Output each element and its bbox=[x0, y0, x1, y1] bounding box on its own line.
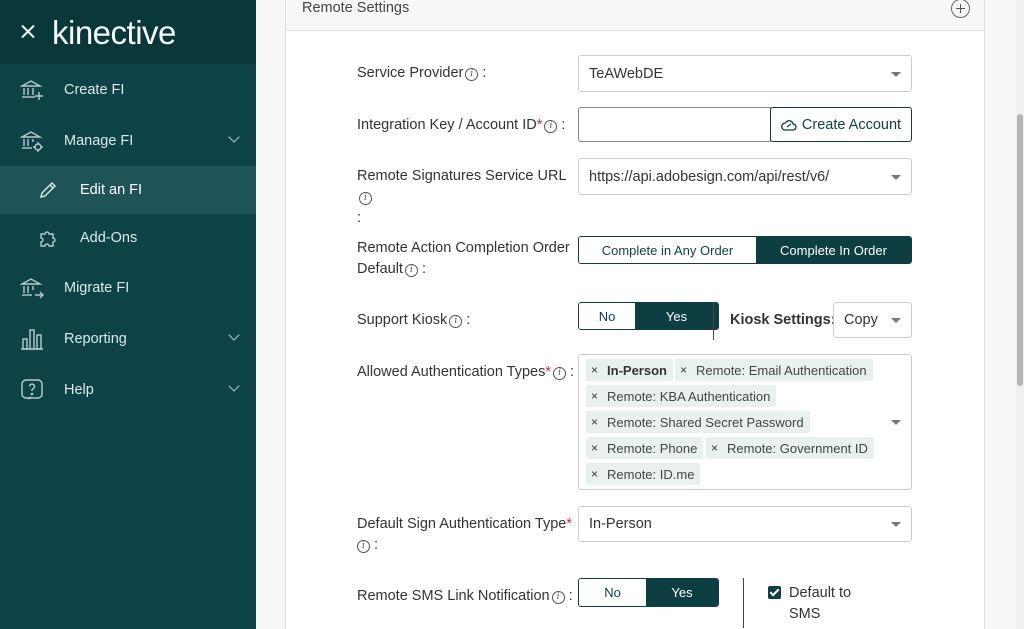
complete-in-order-option[interactable]: Complete In Order bbox=[756, 237, 911, 263]
help-icon bbox=[20, 378, 44, 402]
scrollbar-thumb[interactable] bbox=[1017, 114, 1023, 386]
completion-order-label: Remote Action Completion Order Default i : bbox=[357, 240, 570, 277]
main-content: Remote Settings Service Provider i : TeAW… bbox=[256, 0, 1024, 629]
caret-down-icon bbox=[891, 420, 901, 425]
service-url-label: Remote Signatures Service URLi: bbox=[357, 168, 567, 226]
bank-add-icon bbox=[20, 78, 44, 102]
close-icon[interactable] bbox=[18, 22, 38, 42]
logo: kinective bbox=[52, 13, 176, 51]
sms-link-toggle: No Yes bbox=[578, 578, 719, 607]
puzzle-icon bbox=[38, 228, 58, 248]
sidebar-item-label: Reporting bbox=[64, 330, 127, 347]
default-sms-label: Default to SMS bbox=[789, 585, 852, 622]
auth-types-multiselect[interactable]: × In-Person × Remote: Email Authentication… bbox=[578, 354, 912, 490]
pencil-icon bbox=[38, 180, 58, 200]
complete-any-order-option[interactable]: Complete in Any Order bbox=[579, 237, 756, 263]
remove-icon[interactable]: × bbox=[591, 467, 598, 481]
auth-tag: × Remote: ID.me bbox=[586, 463, 701, 485]
info-icon[interactable]: i bbox=[449, 315, 463, 328]
sidebar-item-label: Edit an FI bbox=[80, 182, 143, 198]
remove-icon[interactable]: × bbox=[711, 441, 718, 455]
remove-icon[interactable]: × bbox=[591, 363, 598, 377]
auth-types-label: Allowed Authentication Types* i : bbox=[357, 364, 575, 380]
scrollbar[interactable] bbox=[1016, 0, 1024, 629]
chevron-down-icon bbox=[228, 380, 240, 392]
remove-icon[interactable]: × bbox=[680, 363, 687, 377]
sidebar-item-add-ons[interactable]: Add-Ons bbox=[0, 214, 256, 262]
info-icon[interactable]: i bbox=[465, 68, 479, 81]
info-icon[interactable]: i bbox=[357, 540, 370, 553]
auth-tag: × Remote: KBA Authentication bbox=[586, 385, 777, 407]
chevron-down-icon bbox=[228, 329, 240, 341]
kiosk-no-option[interactable]: No bbox=[579, 303, 635, 329]
integration-key-input[interactable] bbox=[578, 107, 771, 142]
sidebar-item-manage-fi[interactable]: Manage FI bbox=[0, 115, 256, 166]
expand-plus-icon[interactable] bbox=[951, 0, 970, 18]
auth-tag: × Remote: Government ID bbox=[706, 437, 874, 459]
completion-order-toggle: Complete in Any Order Complete In Order bbox=[578, 236, 912, 264]
remote-settings-panel: Remote Settings Service Provider i : TeAW… bbox=[285, 0, 985, 629]
auth-tag: × Remote: Phone bbox=[586, 437, 704, 459]
caret-down-icon bbox=[891, 522, 901, 527]
sms-yes-option[interactable]: Yes bbox=[646, 579, 718, 606]
sidebar-item-edit-fi[interactable]: Edit an FI bbox=[0, 166, 256, 214]
sidebar-item-migrate-fi[interactable]: Migrate FI bbox=[0, 262, 256, 313]
kiosk-settings-select[interactable]: Copy bbox=[833, 302, 912, 338]
sidebar: kinective Create FI Manage FI Edit an FI… bbox=[0, 0, 256, 629]
remove-icon[interactable]: × bbox=[591, 415, 598, 429]
caret-down-icon bbox=[891, 174, 901, 180]
create-account-button[interactable]: Create Account bbox=[770, 107, 912, 142]
remove-icon[interactable]: × bbox=[591, 441, 598, 455]
cloud-icon bbox=[781, 119, 797, 131]
auth-tag: × Remote: Email Authentication bbox=[675, 359, 873, 381]
sidebar-item-label: Add-Ons bbox=[80, 230, 138, 246]
service-url-select[interactable]: https://api.adobesign.com/api/rest/v6/ bbox=[578, 158, 912, 195]
info-icon[interactable]: i bbox=[544, 120, 558, 133]
remove-icon[interactable]: × bbox=[591, 389, 598, 403]
sidebar-item-label: Help bbox=[64, 381, 94, 398]
support-kiosk-label: Support Kiosk i : bbox=[357, 312, 471, 328]
kiosk-settings-label: Kiosk Settings: bbox=[730, 312, 836, 328]
panel-header: Remote Settings bbox=[286, 0, 984, 31]
integration-key-label: Integration Key / Account ID* i : bbox=[357, 117, 566, 133]
info-icon[interactable]: i bbox=[551, 591, 565, 604]
sidebar-item-label: Migrate FI bbox=[64, 279, 130, 296]
support-kiosk-toggle: No Yes bbox=[578, 302, 719, 330]
auth-tag: × Remote: Shared Secret Password bbox=[586, 411, 810, 433]
default-sign-auth-select[interactable]: In-Person bbox=[578, 506, 912, 542]
divider bbox=[743, 578, 744, 628]
divider bbox=[713, 302, 714, 340]
kiosk-yes-option[interactable]: Yes bbox=[635, 303, 718, 329]
bar-chart-icon bbox=[20, 327, 44, 351]
bank-migrate-icon bbox=[20, 276, 44, 300]
default-sign-auth-label: Default Sign Authentication Type* i : bbox=[357, 516, 572, 553]
service-provider-select[interactable]: TeAWebDE bbox=[578, 55, 912, 92]
bank-gear-icon bbox=[20, 129, 44, 153]
panel-title: Remote Settings bbox=[302, 0, 410, 16]
sms-no-option[interactable]: No bbox=[579, 579, 646, 606]
sidebar-header: kinective bbox=[0, 0, 256, 64]
sidebar-item-create-fi[interactable]: Create FI bbox=[0, 64, 256, 115]
sidebar-item-label: Manage FI bbox=[64, 132, 134, 149]
sidebar-item-reporting[interactable]: Reporting bbox=[0, 313, 256, 364]
info-icon[interactable]: i bbox=[359, 192, 372, 205]
sms-link-label: Remote SMS Link Notification i : bbox=[357, 588, 573, 604]
chevron-down-icon bbox=[228, 131, 240, 143]
auth-tag: × In-Person bbox=[586, 359, 673, 381]
caret-down-icon bbox=[891, 71, 901, 77]
info-icon[interactable]: i bbox=[404, 264, 418, 277]
sidebar-item-label: Create FI bbox=[64, 81, 125, 98]
sidebar-item-help[interactable]: Help bbox=[0, 364, 256, 415]
info-icon[interactable]: i bbox=[553, 367, 567, 380]
service-provider-label: Service Provider i : bbox=[357, 65, 487, 81]
caret-down-icon bbox=[891, 318, 901, 323]
default-sms-checkbox[interactable] bbox=[768, 586, 781, 599]
